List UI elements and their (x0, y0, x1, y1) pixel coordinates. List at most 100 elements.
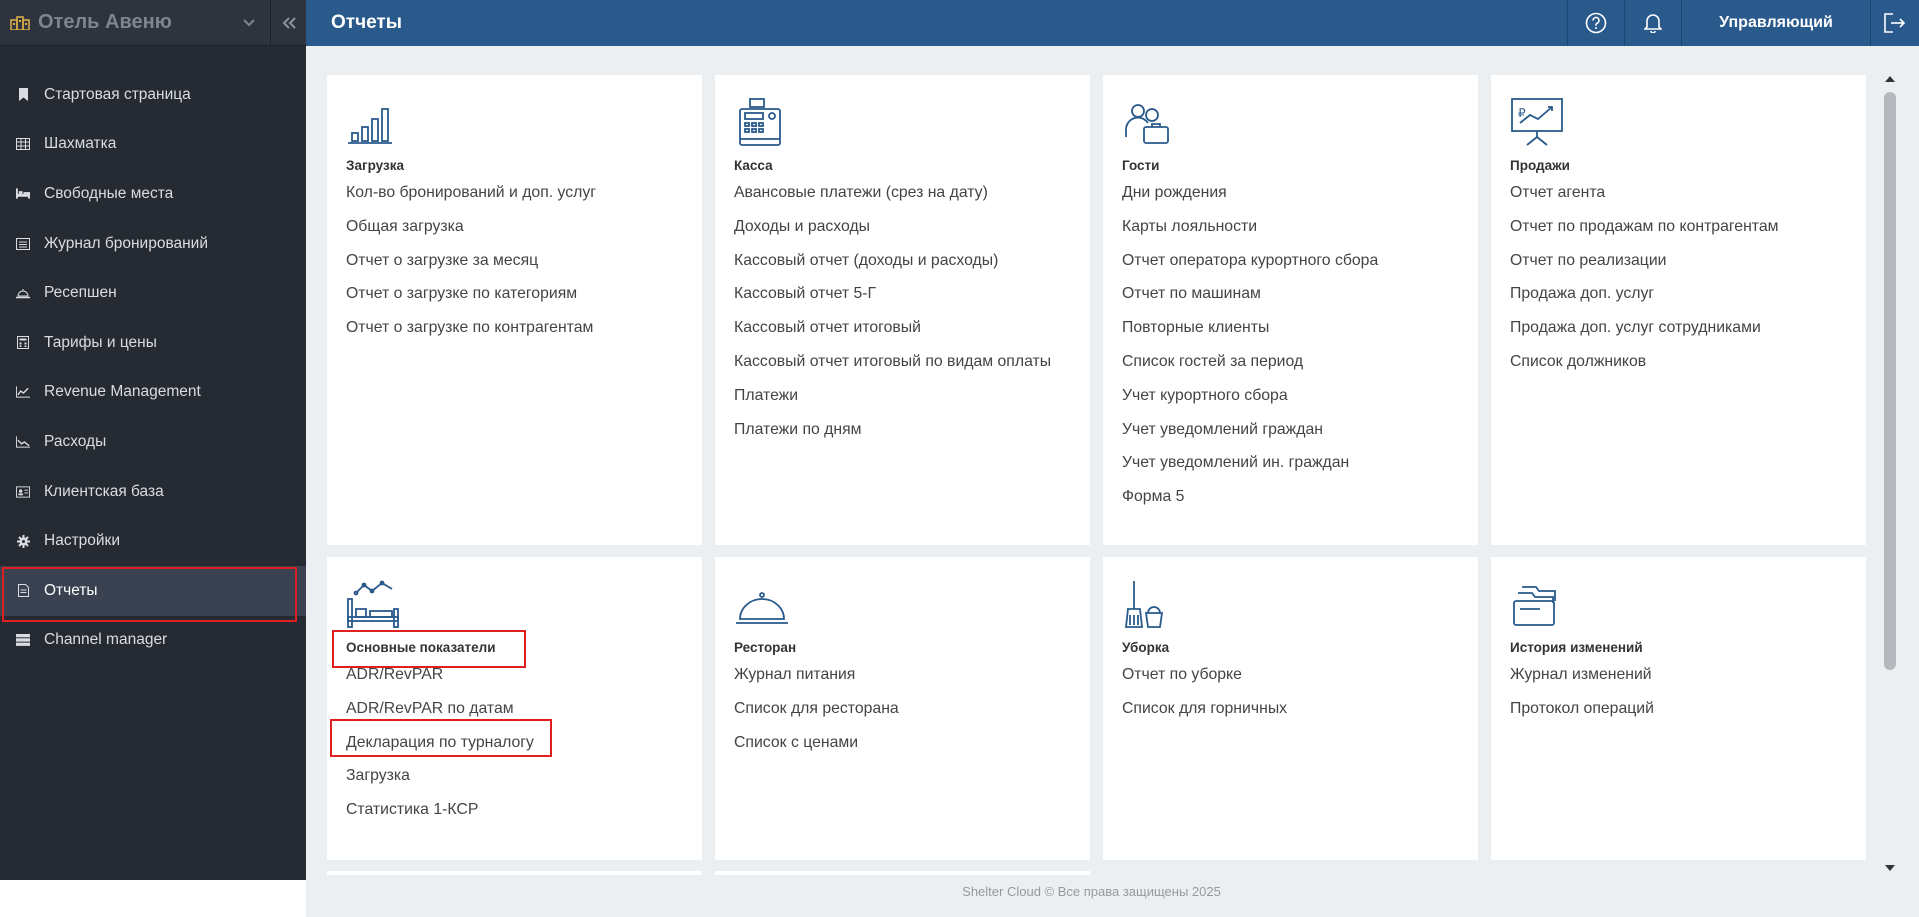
svg-text:₽: ₽ (1518, 106, 1526, 120)
sidebar-item-chessboard[interactable]: Шахматка (0, 120, 306, 170)
report-link[interactable]: Учет уведомлений ин. граждан (1122, 450, 1460, 484)
card-title: Основные показатели (332, 630, 684, 668)
report-link[interactable]: Продажа доп. услуг (1510, 281, 1848, 315)
report-link[interactable]: Учет курортного сбора (1122, 383, 1460, 417)
report-link[interactable]: Список для ресторана (734, 696, 1072, 730)
report-link[interactable]: Отчет оператора курортного сбора (1122, 248, 1460, 282)
sidebar-item-label: Ресепшен (44, 284, 117, 302)
report-link[interactable]: Дни рождения (1122, 180, 1460, 214)
sidebar-item-booking-journal[interactable]: Журнал бронирований (0, 219, 306, 269)
report-link[interactable]: Отчет по реализации (1510, 248, 1848, 282)
report-card-guests: Гости Дни рождения Карты лояльности Отче… (1103, 75, 1478, 545)
sidebar-item-label: Channel manager (44, 631, 168, 649)
highlighted-title: Основные показатели (332, 630, 526, 668)
bell-desk-icon (16, 286, 30, 300)
report-link[interactable]: Список гостей за период (1122, 349, 1460, 383)
report-link[interactable]: Список с ценами (734, 730, 1072, 764)
card-title: История изменений (1510, 640, 1643, 655)
report-link[interactable]: Отчет о загрузке по категориям (346, 281, 684, 315)
calculator-icon (16, 336, 30, 350)
report-link[interactable]: Кол-во бронирований и доп. услуг (346, 180, 684, 214)
report-link[interactable]: Отчет по продажам по контрагентам (1510, 214, 1848, 248)
report-link[interactable]: Платежи (734, 383, 1072, 417)
help-button[interactable] (1567, 0, 1624, 46)
report-link[interactable]: Кассовый отчет 5-Г (734, 281, 1072, 315)
cleaning-icon (1124, 581, 1164, 628)
gear-icon (16, 534, 30, 548)
report-link[interactable]: Отчет агента (1510, 180, 1848, 214)
report-link-tourist-tax-declaration[interactable]: Декларация по турналогу (330, 718, 684, 764)
line-chart-icon (16, 385, 30, 399)
report-card-cash: Касса Авансовые платежи (срез на дату) Д… (715, 75, 1090, 545)
report-link[interactable]: Кассовый отчет итоговый по видам оплаты (734, 349, 1072, 383)
highlighted-link[interactable]: Декларация по турналогу (330, 718, 552, 757)
report-link[interactable]: Повторные клиенты (1122, 315, 1460, 349)
sidebar-item-start-page[interactable]: Стартовая страница (0, 70, 306, 120)
scrollbar-thumb[interactable] (1884, 92, 1896, 670)
report-link[interactable]: Общая загрузка (346, 214, 684, 248)
hotel-icon (10, 15, 30, 30)
card-title: Продажи (1510, 158, 1570, 173)
report-link[interactable]: Доходы и расходы (734, 214, 1072, 248)
report-link[interactable]: Платежи по дням (734, 417, 1072, 451)
report-link[interactable]: Продажа доп. услуг сотрудниками (1510, 315, 1848, 349)
report-link[interactable]: Кассовый отчет (доходы и расходы) (734, 248, 1072, 282)
area-chart-icon (16, 435, 30, 449)
user-menu[interactable]: Управляющий (1681, 0, 1870, 46)
report-link[interactable]: Отчет о загрузке по контрагентам (346, 315, 684, 349)
sidebar: Отель Авеню Стартовая страница Шахматка (0, 0, 306, 880)
report-link[interactable]: Карты лояльности (1122, 214, 1460, 248)
sidebar-item-label: Revenue Management (44, 383, 201, 401)
report-link[interactable]: Кассовый отчет итоговый (734, 315, 1072, 349)
sidebar-item-free-rooms[interactable]: Свободные места (0, 169, 306, 219)
report-card-partial (327, 871, 702, 875)
report-link[interactable]: Учет уведомлений граждан (1122, 417, 1460, 451)
sidebar-item-client-base[interactable]: Клиентская база (0, 467, 306, 517)
hotel-selector[interactable]: Отель Авеню (0, 0, 270, 46)
scroll-up-icon[interactable] (1880, 72, 1900, 86)
sidebar-item-label: Настройки (44, 532, 121, 550)
logout-icon (1884, 13, 1906, 33)
main-content: Загрузка Кол-во бронирований и доп. услу… (306, 46, 1919, 917)
footer: Shelter Cloud © Все права защищены 2025 (962, 884, 1221, 899)
folders-icon (1513, 586, 1556, 626)
bar-chart-icon (348, 108, 392, 144)
bookmark-icon (16, 88, 30, 102)
sidebar-item-channel-manager[interactable]: Channel manager (0, 616, 306, 666)
report-link[interactable]: Отчет о загрузке за месяц (346, 248, 684, 282)
report-link[interactable]: Список должников (1510, 349, 1848, 383)
report-link[interactable]: Журнал питания (734, 662, 1072, 696)
report-link[interactable]: Протокол операций (1510, 696, 1848, 730)
card-title: Загрузка (346, 158, 404, 173)
report-link[interactable]: Авансовые платежи (срез на дату) (734, 180, 1072, 214)
reports-grid: Загрузка Кол-во бронирований и доп. услу… (306, 46, 1877, 875)
card-title: Уборка (1122, 640, 1170, 655)
sidebar-item-label: Стартовая страница (44, 85, 191, 103)
collapse-sidebar-button[interactable] (270, 0, 306, 46)
logout-button[interactable] (1870, 0, 1919, 46)
report-link[interactable]: Журнал изменений (1510, 662, 1848, 696)
sidebar-item-reception[interactable]: Ресепшен (0, 268, 306, 318)
sidebar-item-revenue-management[interactable]: Revenue Management (0, 368, 306, 418)
report-link[interactable]: Форма 5 (1122, 484, 1460, 518)
question-circle-icon (1585, 12, 1607, 34)
report-card-kpi: Основные показатели ADR/RevPAR ADR/RevPA… (327, 557, 702, 860)
double-chevron-left-icon (282, 16, 296, 29)
sidebar-item-reports[interactable]: Отчеты (0, 565, 306, 622)
document-icon (16, 584, 30, 598)
vertical-scrollbar[interactable] (1877, 72, 1897, 875)
sidebar-item-label: Шахматка (44, 135, 117, 153)
report-link[interactable]: Отчет по уборке (1122, 662, 1460, 696)
server-icon (16, 633, 30, 647)
report-card-sales: ₽ Продажи Отчет агента Отчет по продажам… (1491, 75, 1866, 545)
report-link[interactable]: Отчет по машинам (1122, 281, 1460, 315)
app: Отель Авеню Стартовая страница Шахматка (0, 0, 1919, 917)
notifications-button[interactable] (1624, 0, 1681, 46)
scroll-down-icon[interactable] (1880, 861, 1900, 875)
report-link[interactable]: Статистика 1-КСР (346, 797, 684, 831)
sidebar-item-settings[interactable]: Настройки (0, 516, 306, 566)
sidebar-item-tariffs[interactable]: Тарифы и цены (0, 318, 306, 368)
report-link[interactable]: Список для горничных (1122, 696, 1460, 730)
report-link[interactable]: Загрузка (346, 763, 684, 797)
sidebar-item-expenses[interactable]: Расходы (0, 417, 306, 467)
